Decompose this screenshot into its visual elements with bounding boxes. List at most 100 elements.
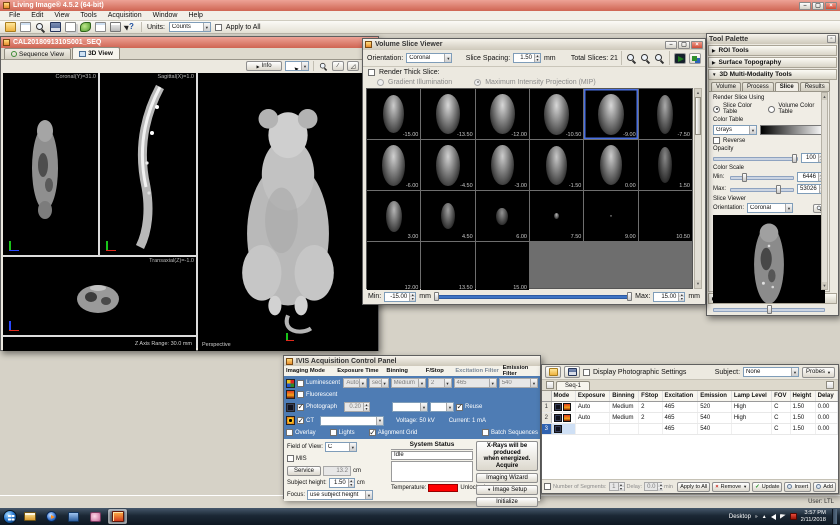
option-checkbox-lights[interactable]: [330, 429, 337, 436]
taskbar-explorer[interactable]: [20, 509, 39, 524]
display-photo-settings-checkbox[interactable]: [583, 369, 590, 376]
emission-filter-select[interactable]: 540▼: [499, 378, 538, 388]
apply-all-checkbox[interactable]: [215, 24, 222, 31]
menu-file[interactable]: File: [4, 12, 25, 19]
taskbar-misc-app[interactable]: [86, 509, 105, 524]
taskbar-clock[interactable]: 3:57 PM 2/11/2018: [801, 510, 826, 523]
scroll-thumb[interactable]: [695, 97, 701, 135]
range-max-spinner[interactable]: 15.00▲▼: [653, 292, 685, 302]
slice-cell-15.00[interactable]: 15.00: [476, 242, 529, 292]
scale-max-thumb[interactable]: [776, 185, 781, 194]
color-table-select[interactable]: Grays▼: [713, 125, 757, 135]
menu-edit[interactable]: Edit: [26, 12, 48, 19]
slice-cell-0.00[interactable]: 0.00: [584, 140, 637, 190]
slice-cell--3.00[interactable]: -3.00: [476, 140, 529, 190]
slice-cell--10.50[interactable]: -10.50: [530, 89, 583, 139]
slice-preview-pane[interactable]: [713, 215, 825, 303]
tab-left-button[interactable]: [546, 381, 554, 389]
tray-app-icon[interactable]: [790, 513, 797, 520]
units-select[interactable]: Counts▼: [169, 22, 211, 32]
focus-select[interactable]: use subject height▼: [307, 490, 373, 500]
scale-min-slider[interactable]: [730, 173, 794, 182]
column-header-exposure[interactable]: Exposure: [575, 391, 609, 401]
menu-help[interactable]: Help: [184, 12, 208, 19]
app-title-bar[interactable]: Living Image® 4.5.2 (64-bit) – ▢ ×: [0, 0, 840, 11]
slice-cell--15.00[interactable]: -15.00: [367, 89, 420, 139]
search-doc-icon[interactable]: [35, 22, 46, 33]
imaging-wizard-button[interactable]: Imaging Wizard: [476, 473, 538, 483]
volume-icon[interactable]: [771, 514, 776, 520]
vsv-maximize-button[interactable]: ▢: [678, 41, 690, 49]
palette-tab-volume[interactable]: Volume: [711, 82, 741, 91]
column-header-mode[interactable]: Mode: [551, 391, 575, 401]
tab-sequence-view[interactable]: Sequence View: [4, 48, 71, 59]
close-button[interactable]: ×: [825, 2, 837, 10]
save-sequence-button[interactable]: [564, 366, 580, 378]
menu-acquisition[interactable]: Acquisition: [103, 12, 147, 19]
save-icon[interactable]: [50, 22, 61, 32]
subject-select[interactable]: None▼: [743, 367, 799, 377]
sequence-window-title-bar[interactable]: CAL2018091310S001_SEQ: [1, 37, 378, 48]
mis-checkbox[interactable]: [287, 455, 294, 462]
slice-cell-4.50[interactable]: 4.50: [421, 191, 474, 241]
minimize-button[interactable]: –: [799, 2, 811, 10]
scroll-up-arrow[interactable]: ▲: [695, 89, 701, 97]
palette-scroll-up[interactable]: ▲: [822, 93, 827, 100]
slice-cell-12.00[interactable]: 12.00: [367, 242, 420, 292]
opacity-slider[interactable]: [713, 154, 798, 163]
slice-cell-3.00[interactable]: 3.00: [367, 191, 420, 241]
section-3d-multimodality[interactable]: ▼ 3D Multi-Modality Tools: [708, 69, 837, 80]
fov-select[interactable]: C▼: [325, 442, 357, 452]
add-button[interactable]: Add: [813, 482, 836, 492]
angle-tool-icon[interactable]: ◿: [347, 61, 359, 71]
lum-binning-select[interactable]: Medium▼: [391, 378, 426, 388]
info-button[interactable]: ▶ Info: [246, 61, 282, 71]
tab-seq-1[interactable]: Seq-1: [556, 381, 590, 390]
probes-button[interactable]: Probes▼: [802, 367, 835, 378]
load-sequence-button[interactable]: [545, 366, 561, 378]
action-center-flag-icon[interactable]: [780, 514, 786, 519]
scale-min-thumb[interactable]: [742, 173, 747, 182]
column-header-lamp-level[interactable]: Lamp Level: [731, 391, 771, 401]
gradient-radio[interactable]: [377, 79, 384, 86]
range-slider-max-thumb[interactable]: [627, 292, 632, 301]
opacity-thumb[interactable]: [792, 154, 797, 163]
slice-cell-6.00[interactable]: 6.00: [476, 191, 529, 241]
scroll-down-arrow[interactable]: ▼: [695, 280, 701, 288]
palette-tab-process[interactable]: Process: [742, 82, 774, 91]
option-checkbox-batch-sequences[interactable]: [482, 429, 489, 436]
print-icon[interactable]: [110, 22, 121, 32]
copy-icon[interactable]: [65, 22, 76, 32]
lum-exposure-select[interactable]: Auto▼: [343, 378, 367, 388]
export-layers-icon[interactable]: [689, 53, 701, 64]
render-thick-checkbox[interactable]: [368, 69, 375, 76]
temperature-indicator[interactable]: [428, 484, 458, 492]
taskbar-network-app[interactable]: [64, 509, 83, 524]
slice-cell--4.50[interactable]: -4.50: [421, 140, 474, 190]
tab-right-button[interactable]: [826, 381, 834, 389]
mip-radio[interactable]: [474, 79, 481, 86]
initialize-button[interactable]: Initialize: [476, 497, 538, 507]
excitation-filter-select[interactable]: 465▼: [454, 378, 497, 388]
palette-scroll-down[interactable]: ▼: [822, 282, 827, 289]
desktop-toolbar-label[interactable]: Desktop: [729, 514, 751, 520]
photo-exposure-spinner[interactable]: 0.20▲▼: [344, 402, 370, 412]
reverse-checkbox[interactable]: [713, 137, 720, 144]
transaxial-pane[interactable]: Transaxial(Z)=-1.0: [3, 257, 196, 335]
menu-view[interactable]: View: [49, 12, 74, 19]
slice-grid-scrollbar[interactable]: ▲ ▼: [694, 88, 702, 289]
slice-cell--12.00[interactable]: -12.00: [476, 89, 529, 139]
scale-max-slider[interactable]: [730, 185, 794, 194]
column-header-fov[interactable]: FOV: [772, 391, 790, 401]
slice-cell-7.50[interactable]: 7.50: [530, 191, 583, 241]
volume-color-table-radio[interactable]: [768, 106, 775, 113]
maximize-button[interactable]: ▢: [812, 2, 824, 10]
slice-cell--9.00[interactable]: -9.00: [584, 89, 637, 139]
slice-cell--6.00[interactable]: -6.00: [367, 140, 420, 190]
palette-tab-slice[interactable]: Slice: [775, 82, 799, 91]
column-header-height[interactable]: Height: [790, 391, 815, 401]
show-hidden-icons[interactable]: ▲: [762, 514, 767, 520]
tool-palette-title-bar[interactable]: Tool Palette ▫: [707, 34, 838, 44]
table-row[interactable]: 1AutoMedium2465520HighC1.500.00: [542, 401, 838, 412]
range-min-spinner[interactable]: -15.00▲▼: [384, 292, 416, 302]
